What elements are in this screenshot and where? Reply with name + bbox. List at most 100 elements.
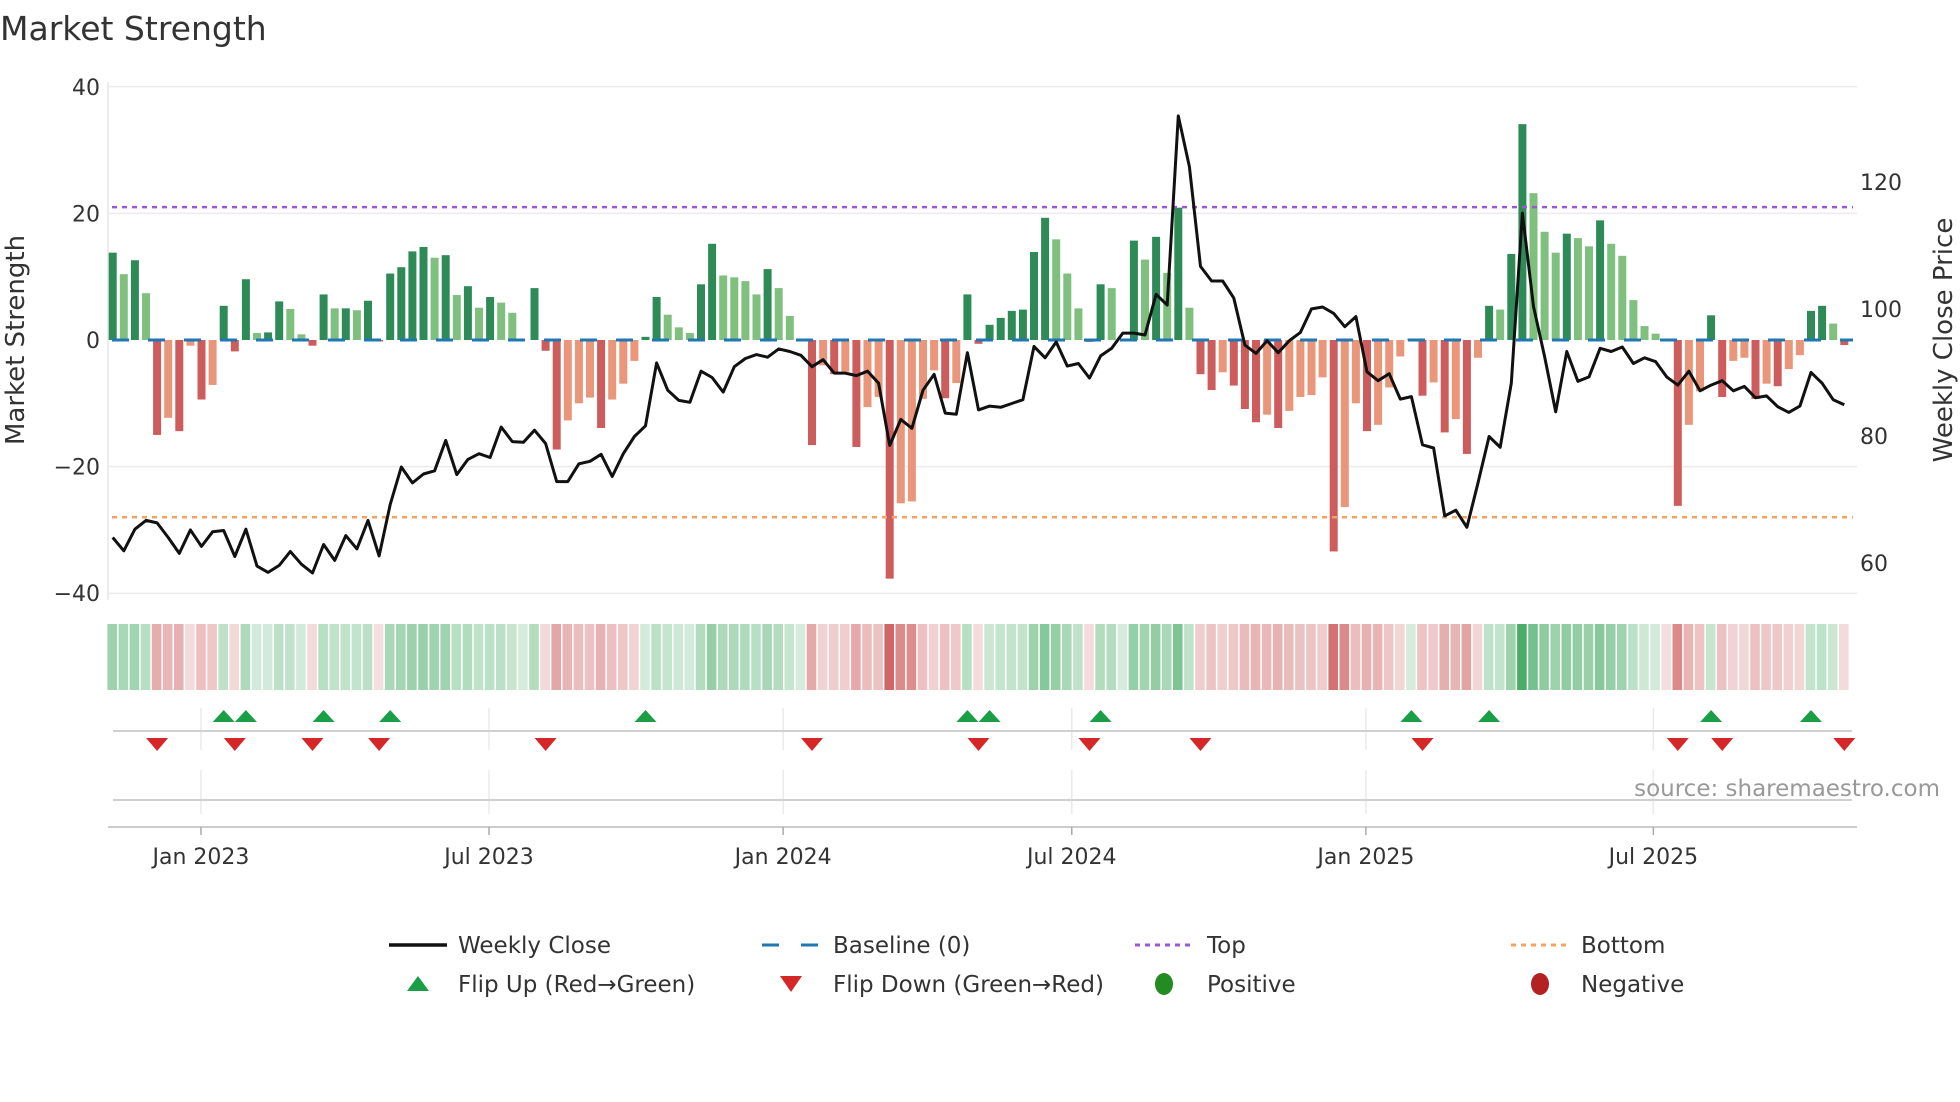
strength-bar xyxy=(1007,310,1016,340)
strip-cell xyxy=(351,624,362,690)
strip-cell xyxy=(407,624,417,690)
strength-bar xyxy=(1462,340,1471,454)
strip-cell xyxy=(1428,624,1438,690)
strength-bar xyxy=(1296,340,1305,397)
strip-cell xyxy=(751,624,761,690)
strip-cell xyxy=(740,624,750,690)
strength-bar xyxy=(197,340,206,400)
legend-label: Flip Down (Green→Red) xyxy=(833,972,1104,998)
strength-bar xyxy=(108,252,117,340)
x-tick-label: Jan 2023 xyxy=(150,845,249,870)
strength-bar xyxy=(985,324,994,340)
strength-heat-strip xyxy=(107,624,1849,690)
strip-cell xyxy=(140,624,151,690)
strip-cell xyxy=(828,624,839,690)
strip-cell xyxy=(562,624,573,690)
strip-cell xyxy=(1583,624,1594,690)
strength-bar xyxy=(1707,315,1716,340)
strip-cell xyxy=(1805,624,1816,690)
strength-bar xyxy=(1784,340,1793,370)
strip-cell xyxy=(1739,624,1749,690)
strength-bar xyxy=(1629,300,1638,340)
strength-bar xyxy=(463,286,472,340)
strength-bar xyxy=(741,281,750,340)
strength-bar xyxy=(1041,217,1050,340)
strip-cell xyxy=(540,624,550,690)
strip-cell xyxy=(1039,624,1050,690)
strength-bar xyxy=(674,327,683,340)
x-tick-label: Jan 2024 xyxy=(733,845,832,870)
strip-cell xyxy=(107,624,117,690)
strip-cell xyxy=(695,624,706,690)
strip-cell xyxy=(995,624,1005,690)
strip-cell xyxy=(362,624,373,690)
strength-bar xyxy=(241,279,250,340)
legend-label: Bottom xyxy=(1581,933,1665,959)
strip-cell xyxy=(1417,624,1427,690)
strip-cell xyxy=(917,624,928,690)
strip-cell xyxy=(773,624,783,690)
strength-bar xyxy=(1174,207,1183,340)
strip-cell xyxy=(762,624,772,690)
strip-cell xyxy=(1195,624,1205,690)
strip-cell xyxy=(1561,624,1572,690)
left-tick-label: −20 xyxy=(54,456,100,481)
market-strength-chart: Market Strength 40 20 0 −20 −40 120 100 80 60 M… xyxy=(0,9,1959,998)
strip-cell xyxy=(1272,624,1283,690)
strip-cell xyxy=(906,624,917,690)
strip-cell xyxy=(1106,624,1116,690)
strength-bar xyxy=(774,288,783,340)
strip-cell xyxy=(162,624,173,690)
strip-cell xyxy=(1705,624,1716,690)
strip-cell xyxy=(1816,624,1827,690)
strip-cell xyxy=(1184,624,1194,690)
strength-bar xyxy=(1451,340,1460,420)
left-tick-label: 20 xyxy=(72,202,100,227)
strength-bar xyxy=(1751,340,1760,399)
strength-bar xyxy=(352,310,361,340)
legend-label: Negative xyxy=(1581,972,1684,998)
x-tick-label: Jan 2025 xyxy=(1315,845,1414,870)
legend: Weekly Close Baseline (0) Top Bottom Flip Up… xyxy=(389,933,1684,998)
strip-cell xyxy=(340,624,351,690)
triangle-up-icon xyxy=(407,976,429,991)
strength-bar xyxy=(652,296,661,340)
weekly-close-path xyxy=(111,114,1845,575)
legend-item-flip_down: Flip Down (Green→Red) xyxy=(780,972,1104,998)
strip-cell xyxy=(584,624,595,690)
strength-bar xyxy=(1340,340,1349,508)
legend-label: Top xyxy=(1206,933,1246,959)
strip-cell xyxy=(1594,624,1605,690)
strip-cell xyxy=(806,624,817,690)
flip-down-marker xyxy=(1411,738,1434,751)
strip-cell xyxy=(318,624,328,690)
strength-bar xyxy=(119,274,128,340)
strip-cell xyxy=(717,624,728,690)
strength-bar xyxy=(1762,340,1771,384)
strip-cell xyxy=(1317,624,1327,690)
strip-cell xyxy=(307,624,317,690)
strip-cell xyxy=(1461,624,1472,690)
strip-cell xyxy=(296,624,306,690)
strip-cell xyxy=(440,624,450,690)
flip-up-marker xyxy=(1700,710,1723,722)
strength-bar xyxy=(1740,340,1749,358)
strip-cell xyxy=(1084,624,1094,690)
strength-bar xyxy=(308,340,317,346)
strength-bar xyxy=(1807,310,1815,340)
strength-bar xyxy=(708,243,717,340)
strength-bar xyxy=(852,340,861,447)
strength-bar xyxy=(1795,340,1804,356)
strength-bar xyxy=(1318,340,1327,378)
strength-bar xyxy=(885,340,894,579)
strip-cell xyxy=(629,624,639,690)
legend-item-negative: Negative xyxy=(1531,972,1684,998)
x-tick-label: Jul 2024 xyxy=(1025,845,1117,870)
strength-bar xyxy=(1030,252,1038,340)
strength-bar xyxy=(475,307,483,340)
strength-bar xyxy=(541,340,550,351)
strip-cell xyxy=(473,624,484,690)
source-credit: source: sharemaestro.com xyxy=(1634,776,1940,802)
strength-bar xyxy=(1096,284,1105,340)
strength-bar xyxy=(1818,305,1827,340)
